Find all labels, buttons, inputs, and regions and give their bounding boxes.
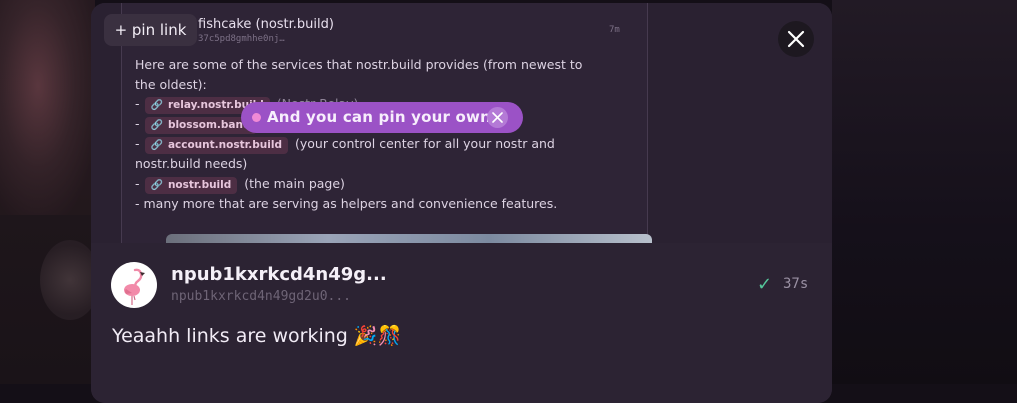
check-icon: ✓: [757, 274, 773, 295]
service-line: - 🔗 account.nostr.build (your control cen…: [135, 134, 605, 174]
list-dash: -: [135, 116, 144, 132]
note-card: npub1kxrkcd4n49g... npub1kxrkcd4n49gd2u0…: [91, 243, 832, 403]
link-chip-blossom[interactable]: 🔗 blossom.band: [145, 117, 257, 135]
note-time: 37s: [783, 276, 809, 292]
tooltip-dot: [252, 113, 261, 122]
close-button[interactable]: [778, 21, 814, 57]
link-chip-label: blossom.band: [167, 119, 251, 132]
quoted-note-body: Here are some of the services that nostr…: [135, 55, 605, 213]
pin-tooltip-text: And you can pin your own: [267, 108, 491, 126]
list-dash: -: [135, 136, 144, 152]
quoted-note-time: 7m: [609, 25, 620, 35]
service-description: (the main page): [244, 175, 345, 191]
note-author-name[interactable]: npub1kxrkcd4n49g...: [171, 264, 387, 285]
link-icon: 🔗: [150, 179, 163, 191]
link-chip-account[interactable]: 🔗 account.nostr.build: [145, 137, 288, 155]
quoted-note-pubkey: 37c5pd8gmhhe0nj…: [198, 34, 285, 44]
list-dash: -: [135, 175, 144, 191]
close-icon: [492, 112, 503, 123]
link-chip-label: account.nostr.build: [167, 139, 282, 152]
close-icon: [787, 30, 805, 48]
flamingo-avatar[interactable]: [111, 262, 157, 308]
link-icon: 🔗: [150, 140, 163, 152]
quoted-note-author[interactable]: fishcake (nostr.build): [198, 17, 334, 32]
note-modal: fishcake (nostr.build) 37c5pd8gmhhe0nj… …: [91, 3, 832, 403]
quoted-note-outro: - many more that are serving as helpers …: [135, 195, 558, 211]
link-icon: 🔗: [150, 100, 163, 112]
pin-link-button[interactable]: + pin link: [104, 14, 197, 46]
list-dash: -: [135, 96, 144, 112]
quoted-note-intro: Here are some of the services that nostr…: [135, 57, 583, 92]
background-blurred-image: [0, 0, 95, 215]
pin-tooltip: And you can pin your own: [241, 102, 523, 133]
note-content: Yeaahh links are working 🎉🎊: [112, 325, 402, 347]
link-chip-main[interactable]: 🔗 nostr.build: [145, 176, 238, 194]
service-line: - 🔗 nostr.build (the main page): [135, 174, 605, 194]
link-chip-label: nostr.build: [167, 178, 232, 191]
tooltip-close-button[interactable]: [487, 107, 508, 128]
link-icon: 🔗: [150, 120, 163, 132]
note-author-npub: npub1kxrkcd4n49gd2u0...: [171, 289, 352, 304]
flamingo-icon: [124, 268, 145, 305]
background-right: [832, 0, 1017, 384]
